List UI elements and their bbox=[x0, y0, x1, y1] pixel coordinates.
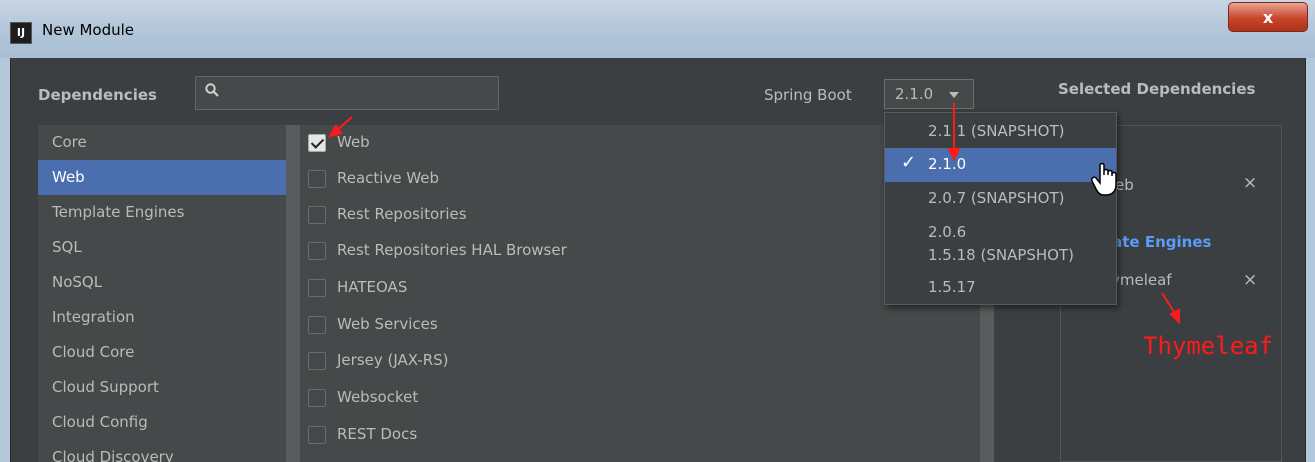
red-arrow-icon bbox=[327, 116, 353, 138]
new-module-dialog: IJ New Module x Dependencies Spring Boot… bbox=[0, 0, 1315, 462]
red-arrow-icon bbox=[1161, 292, 1180, 325]
annotation-overlay bbox=[327, 103, 1180, 325]
red-arrow-icon bbox=[947, 103, 961, 162]
hand-cursor-icon bbox=[1091, 162, 1117, 196]
